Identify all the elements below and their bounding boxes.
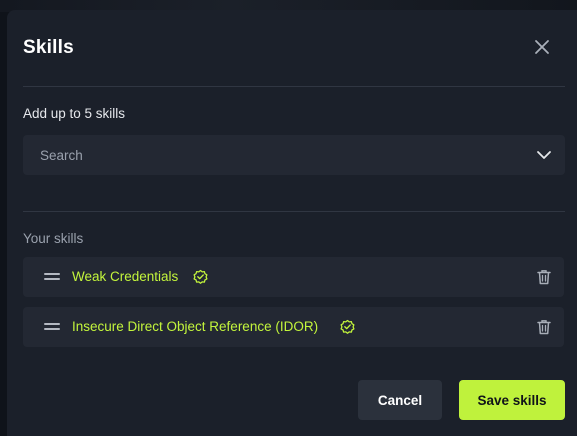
dialog-title: Skills [23, 37, 74, 58]
dialog-header: Skills [23, 10, 565, 87]
drag-handle-icon[interactable] [44, 272, 60, 281]
your-skills-label: Your skills [23, 231, 84, 246]
verified-badge-icon [193, 269, 208, 284]
trash-icon[interactable] [537, 319, 551, 335]
skill-name: Weak Credentials [72, 269, 179, 284]
skill-row: Weak Credentials [23, 257, 564, 297]
skill-search-select[interactable] [23, 135, 565, 175]
cancel-button[interactable]: Cancel [358, 380, 442, 420]
save-skills-button[interactable]: Save skills [459, 380, 565, 420]
skills-dialog: Skills Add up to 5 skills Your skills We… [7, 10, 577, 436]
close-button[interactable] [533, 38, 551, 56]
drag-handle-icon[interactable] [44, 322, 60, 331]
close-icon [535, 40, 549, 54]
skill-name: Insecure Direct Object Reference (IDOR) [72, 319, 319, 334]
verified-badge-icon [340, 319, 355, 334]
skill-limit-hint: Add up to 5 skills [23, 106, 126, 121]
skill-row: Insecure Direct Object Reference (IDOR) [23, 307, 564, 347]
trash-icon[interactable] [537, 269, 551, 285]
chevron-down-icon[interactable] [536, 148, 552, 162]
section-divider [23, 211, 565, 212]
search-input[interactable] [23, 135, 513, 175]
